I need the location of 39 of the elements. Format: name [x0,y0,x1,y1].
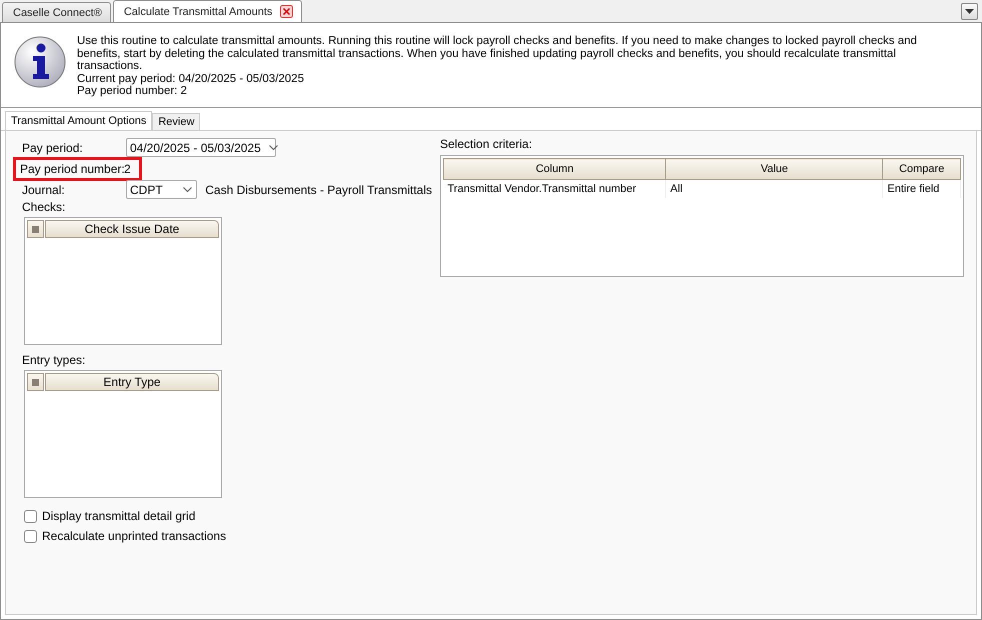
column-header[interactable]: Check Issue Date [45,220,219,238]
column-header[interactable]: Column [444,158,666,180]
list-label: Entry types: [22,353,86,367]
table-cell: Transmittal Vendor.Transmittal number [444,180,666,198]
column-header[interactable]: Entry Type [45,373,219,391]
column-header[interactable]: Value [666,158,883,180]
journal-dropdown[interactable]: CDPT [126,180,198,199]
caret-icon [183,186,192,192]
current-pay-period: Current pay period: 04/20/2025 - 05/03/2025 [77,72,305,85]
checkbox-label: Display transmittal detail grid [42,509,196,523]
pay-period-number: Pay period number: 2 [77,85,188,98]
field-value: 2 [124,162,131,176]
list-label: Checks: [22,200,66,214]
tab[interactable]: Calculate Transmittal Amounts [112,0,302,22]
tab[interactable]: Caselle Connect® [2,2,111,22]
checkbox-label: Recalculate unprinted transactions [42,529,226,543]
select-all-checkbox[interactable] [27,220,44,238]
checkbox[interactable] [24,530,37,542]
pay-period-dropdown[interactable]: 04/20/2025 - 05/03/2025 [126,138,276,157]
checkbox[interactable] [24,510,37,522]
tab[interactable]: Transmittal Amount Options [5,111,152,130]
field-label: Journal: [22,182,66,196]
close-icon[interactable] [280,5,294,18]
dropdown-button[interactable] [961,3,978,20]
journal-description: Cash Disbursements - Payroll Transmittals [205,182,432,196]
column-header[interactable]: Compare [882,158,960,180]
table-cell: Entire field [882,180,960,198]
select-all-checkbox[interactable] [27,373,44,391]
table-cell: All [666,180,883,198]
tab[interactable]: Review [152,113,200,130]
info-message: Use this routine to calculate transmittal amounts. Running this routine will lock payroll checks and benefits. If you need to make changes to locked payroll checks and benefits, start by deleting the calculated transmittal transactions. When you have finished updating payroll checks and benefits, you should recalculate transmittal transactions. [77,35,918,72]
section-label: Selection criteria: [440,137,534,151]
field-label: Pay period number: [20,162,124,176]
caret-icon [965,8,974,14]
info-icon [13,35,67,89]
list-grid[interactable]: Check Issue Date [24,217,222,345]
list-grid[interactable]: Entry Type [24,370,222,498]
field-label: Pay period: [22,140,84,154]
caret-icon [268,144,278,150]
